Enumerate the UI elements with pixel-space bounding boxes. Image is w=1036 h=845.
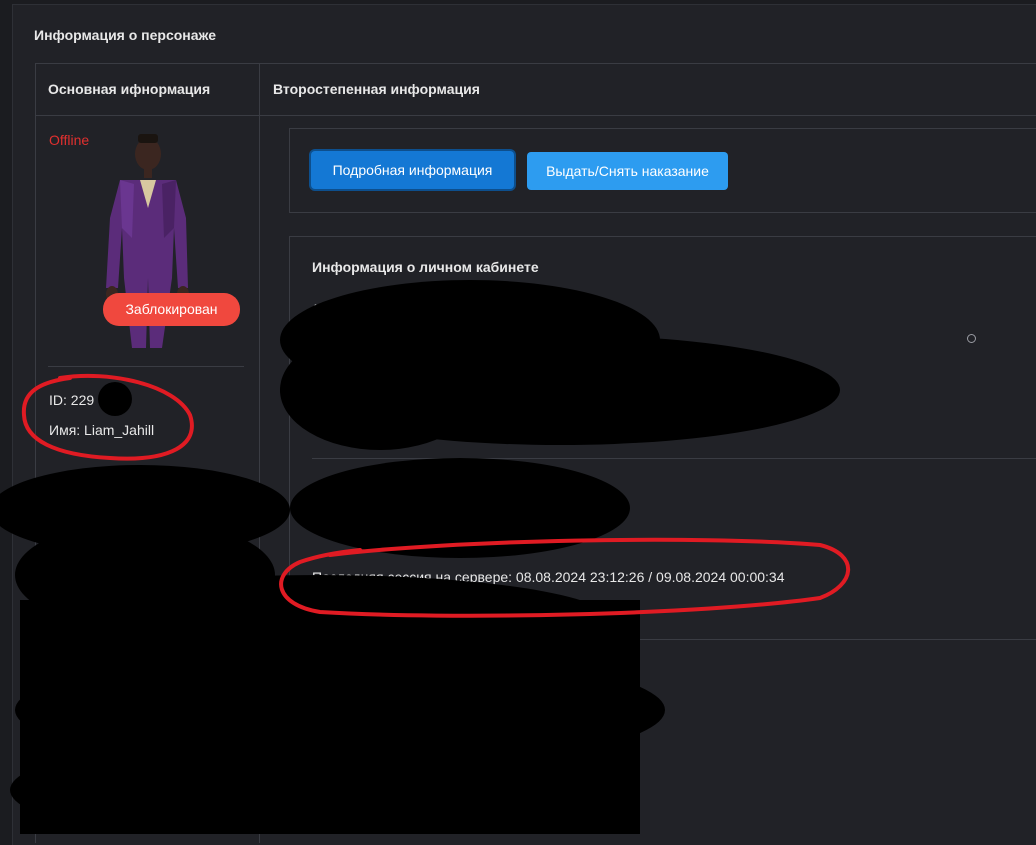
blocked-status-badge: Заблокирован — [103, 293, 240, 326]
online-status: Offline — [49, 132, 90, 148]
account-info-divider — [312, 458, 1036, 459]
header-secondary-info: Второстепенная информация — [273, 81, 480, 97]
left-divider — [48, 366, 244, 367]
issue-punishment-button[interactable]: Выдать/Снять наказание — [527, 152, 728, 190]
character-id: ID: 229 — [49, 392, 95, 408]
panel-title: Информация о персонаже — [34, 27, 217, 43]
last-session-text: Последняя сессия на сервере: 08.08.2024 … — [312, 569, 785, 585]
table-left-border — [35, 63, 36, 843]
account-info-label: Ли — [312, 301, 330, 317]
radio-icon[interactable] — [967, 334, 976, 343]
column-divider — [259, 63, 260, 843]
account-info-title: Информация о личном кабинете — [312, 259, 539, 275]
details-button[interactable]: Подробная информация — [311, 151, 514, 189]
character-name: Имя: Liam_Jahill — [49, 422, 155, 438]
header-main-info: Основная ифнормация — [48, 81, 211, 97]
